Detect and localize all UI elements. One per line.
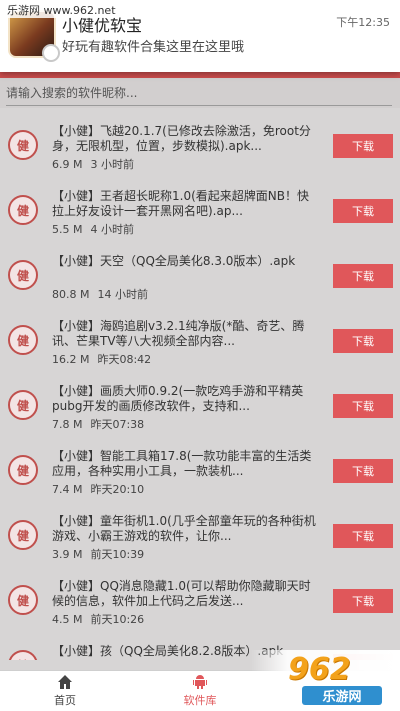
item-name: 【小健】飞越20.1.7(已修改去除激活，免root分身，无限机型，位置，步数模… <box>52 124 311 153</box>
item-size: 80.8 M <box>52 288 90 301</box>
notification-time: 下午12:35 <box>336 16 390 29</box>
brand-logo-text: 962 <box>288 652 351 687</box>
item-meta: 3.9 M 前天10:39 <box>52 546 144 562</box>
item-time: 前天10:39 <box>90 548 145 561</box>
watermark-site-label: 乐游网 www.962.net <box>4 2 119 18</box>
brand-tagline: 乐游网 <box>302 686 382 705</box>
item-name: 【小健】王者超长昵称1.0(看起来超牌面NB！快拉上好友设计一套开黑网名吧).a… <box>52 189 309 218</box>
item-size: 6.9 M <box>52 158 83 171</box>
item-time: 4 小时前 <box>90 223 134 236</box>
item-logo-icon: 健 <box>8 195 38 225</box>
item-logo-icon: 健 <box>8 130 38 160</box>
list-item[interactable]: 健 【小健】海鸥追剧v3.2.1纯净版(*酷、奇艺、腾讯、芒果TV等八大视频全部… <box>0 313 400 378</box>
item-size: 16.2 M <box>52 353 90 366</box>
tab-software-library-label: 软件库 <box>183 694 217 707</box>
list-item[interactable]: 健 【小健】飞越20.1.7(已修改去除激活，免root分身，无限机型，位置，步… <box>0 118 400 183</box>
item-meta: 80.8 M 14 小时前 <box>52 286 148 302</box>
item-size: 7.4 M <box>52 483 83 496</box>
item-size: 5.5 M <box>52 223 83 236</box>
item-logo-icon: 健 <box>8 390 38 420</box>
item-time: 昨天08:42 <box>97 353 152 366</box>
home-icon <box>58 675 72 689</box>
item-meta: 4.5 M 前天10:26 <box>52 611 144 627</box>
item-name: 【小健】QQ消息隐藏1.0(可以帮助你隐藏聊天时候的信息，软件加上代码之后发送.… <box>52 579 311 608</box>
tab-home-label: 首页 <box>54 694 76 707</box>
tab-home[interactable]: 首页 <box>0 671 130 711</box>
item-time: 3 小时前 <box>90 158 134 171</box>
item-size: 4.5 M <box>52 613 83 626</box>
software-list: 健 【小健】飞越20.1.7(已修改去除激活，免root分身，无限机型，位置，步… <box>0 118 400 660</box>
item-name: 【小健】天空（QQ全局美化8.3.0版本）.apk <box>52 254 296 268</box>
download-button[interactable]: 下载 <box>333 199 393 223</box>
tab-software-library[interactable]: 软件库 <box>135 671 265 711</box>
item-name: 【小健】童年街机1.0(几乎全部童年玩的各种街机游戏、小霸王游戏的软件，让你..… <box>52 514 316 543</box>
download-button[interactable]: 下载 <box>333 459 393 483</box>
list-item[interactable]: 健 【小健】天空（QQ全局美化8.3.0版本）.apk 80.8 M 14 小时前… <box>0 248 400 313</box>
item-size: 3.9 M <box>52 548 83 561</box>
item-meta: 7.8 M 昨天07:38 <box>52 416 144 432</box>
item-meta: 5.5 M 4 小时前 <box>52 221 134 237</box>
item-logo-icon: 健 <box>8 650 38 660</box>
item-meta: 7.4 M 昨天20:10 <box>52 481 144 497</box>
item-name: 【小健】海鸥追剧v3.2.1纯净版(*酷、奇艺、腾讯、芒果TV等八大视频全部内容… <box>52 319 305 348</box>
list-item[interactable]: 健 【小健】QQ消息隐藏1.0(可以帮助你隐藏聊天时候的信息，软件加上代码之后发… <box>0 573 400 638</box>
download-button[interactable]: 下载 <box>333 589 393 613</box>
item-size: 7.8 M <box>52 418 83 431</box>
item-logo-icon: 健 <box>8 260 38 290</box>
item-name: 【小健】智能工具箱17.8(一款功能丰富的生活类应用，各种实用小工具，一款装机.… <box>52 449 312 478</box>
download-button[interactable]: 下载 <box>333 524 393 548</box>
item-logo-icon: 健 <box>8 520 38 550</box>
list-item[interactable]: 健 【小健】童年街机1.0(几乎全部童年玩的各种街机游戏、小霸王游戏的软件，让你… <box>0 508 400 573</box>
item-meta: 16.2 M 昨天08:42 <box>52 351 151 367</box>
item-time: 前天10:26 <box>90 613 145 626</box>
download-button[interactable]: 下载 <box>333 134 393 158</box>
search-bar <box>0 78 400 108</box>
search-input[interactable] <box>6 81 392 106</box>
item-logo-icon: 健 <box>8 585 38 615</box>
item-logo-icon: 健 <box>8 455 38 485</box>
list-item[interactable]: 健 【小健】画质大师0.9.2(一款吃鸡手游和平精英pubg开发的画质修改软件，… <box>0 378 400 443</box>
download-button[interactable]: 下载 <box>333 329 393 353</box>
item-time: 14 小时前 <box>97 288 148 301</box>
item-time: 昨天07:38 <box>90 418 145 431</box>
item-logo-icon: 健 <box>8 325 38 355</box>
list-item[interactable]: 健 【小健】王者超长昵称1.0(看起来超牌面NB！快拉上好友设计一套开黑网名吧)… <box>0 183 400 248</box>
list-item[interactable]: 健 【小健】智能工具箱17.8(一款功能丰富的生活类应用，各种实用小工具，一款装… <box>0 443 400 508</box>
download-button[interactable]: 下载 <box>333 394 393 418</box>
item-time: 昨天20:10 <box>90 483 145 496</box>
item-name: 【小健】画质大师0.9.2(一款吃鸡手游和平精英pubg开发的画质修改软件，支持… <box>52 384 304 413</box>
site-watermark-logo: 962 乐游网 <box>250 650 400 710</box>
notification-message: 好玩有趣软件合集这里在这里哦 <box>62 40 245 55</box>
download-button[interactable]: 下载 <box>333 264 393 288</box>
android-icon <box>193 675 207 689</box>
item-meta: 6.9 M 3 小时前 <box>52 156 134 172</box>
